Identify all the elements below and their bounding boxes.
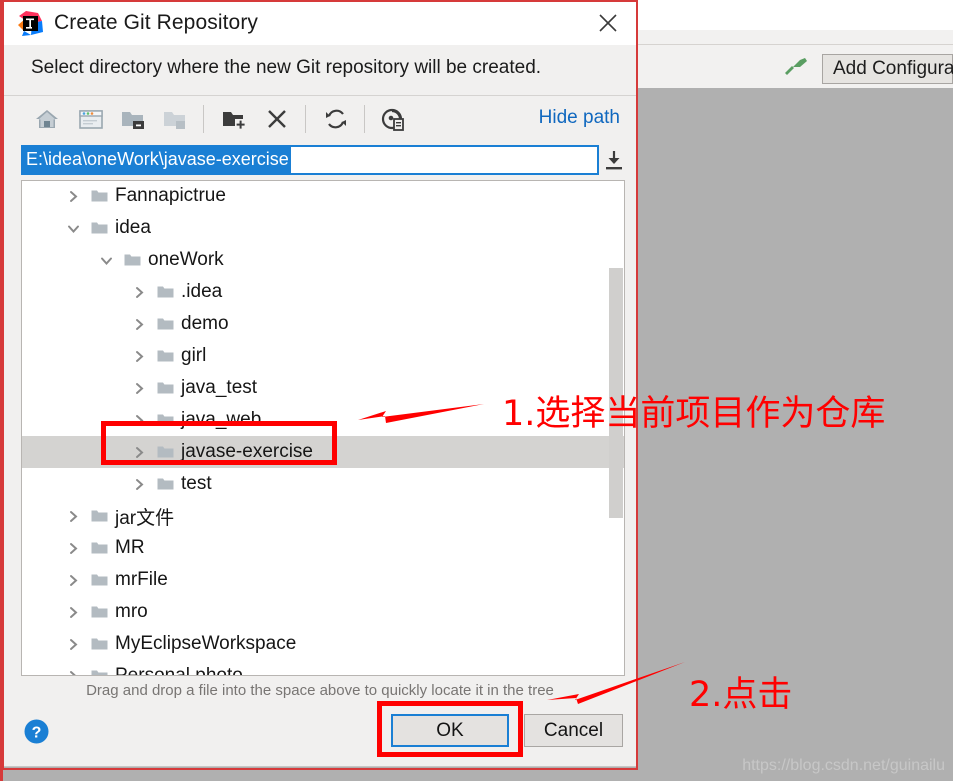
tree-row-label: idea [115,217,151,238]
tree-row-label: mrFile [115,569,168,590]
delete-icon[interactable] [264,106,290,132]
refresh-icon[interactable] [323,106,349,132]
desktop-icon[interactable] [78,106,104,132]
chevron-down-icon[interactable] [100,254,113,267]
home-icon[interactable] [34,106,60,132]
close-icon[interactable] [588,7,628,39]
folder-icon [91,221,108,235]
highlight-box-selected-folder [101,421,337,465]
chevron-right-icon[interactable] [67,542,80,555]
tree-row[interactable]: mro [22,596,624,628]
path-input-value: E:\idea\oneWork\javase-exercise [23,147,291,173]
project-folder-icon[interactable] [120,106,146,132]
tree-row[interactable]: girl [22,340,624,372]
dialog-button-row: ? OK Cancel [4,708,636,756]
tree-row[interactable]: oneWork [22,244,624,276]
file-chooser-toolbar: Hide path [4,96,636,142]
watermark: https://blog.csdn.net/guinailu [742,757,945,774]
tree-row[interactable]: Personal photo [22,660,624,676]
tree-row-label: demo [181,313,229,334]
tree-row[interactable]: .idea [22,276,624,308]
chevron-right-icon[interactable] [67,574,80,587]
add-configuration-label: Add Configura [833,58,953,79]
chevron-right-icon[interactable] [67,638,80,651]
folder-icon [91,669,108,675]
ide-menu-strip [636,0,953,30]
tree-row-label: jar文件 [115,507,175,529]
tree-row-label: oneWork [148,249,224,270]
chevron-right-icon[interactable] [133,478,146,491]
tree-row[interactable]: Fannapictrue [22,181,624,212]
intellij-idea-icon [18,10,43,36]
folder-icon [91,509,108,523]
tree-row-label: mro [115,601,148,622]
chevron-right-icon[interactable] [67,510,80,523]
new-folder-icon[interactable] [221,106,247,132]
folder-icon [157,477,174,491]
tree-row-label: .idea [181,281,223,302]
annotation-arrow-2 [547,662,685,704]
tree-row-label: MR [115,537,145,558]
tree-row-label: test [181,473,212,494]
dialog-titlebar: Create Git Repository [4,1,636,45]
tree-row[interactable]: MyEclipseWorkspace [22,628,624,660]
chevron-right-icon[interactable] [133,382,146,395]
highlight-box-ok-button [377,701,523,757]
folder-icon [91,189,108,203]
folder-icon [157,285,174,299]
annotation-step-2: 2.点击 [689,675,793,715]
tree-row[interactable]: idea [22,212,624,244]
chevron-right-icon[interactable] [67,670,80,675]
screenshot-root: Add Configura Create Git Repository Sele… [0,0,953,781]
cancel-button-label: Cancel [543,719,604,741]
tree-row[interactable]: mrFile [22,564,624,596]
tree-row-label: Fannapictrue [115,185,226,206]
annotation-arrow-1 [358,404,484,423]
toolbar-separator [364,105,365,133]
annotation-step-1: 1.选择当前项目作为仓库 [502,394,886,434]
add-configuration-button[interactable]: Add Configura [822,54,953,84]
folder-icon [91,573,108,587]
tree-row[interactable]: test [22,468,624,500]
chevron-right-icon[interactable] [133,350,146,363]
path-row: E:\idea\oneWork\javase-exercise [4,142,636,180]
hide-path-link[interactable]: Hide path [539,107,620,129]
module-folder-icon[interactable] [162,106,188,132]
folder-icon [91,637,108,651]
tree-row[interactable]: demo [22,308,624,340]
folder-icon [157,317,174,331]
chevron-right-icon[interactable] [67,606,80,619]
path-input[interactable]: E:\idea\oneWork\javase-exercise [21,145,599,175]
folder-icon [91,541,108,555]
chevron-right-icon[interactable] [67,190,80,203]
toolbar-separator [203,105,204,133]
svg-text:?: ? [32,725,42,742]
tree-row-label: Personal photo [115,665,243,676]
tree-row-label: java_test [181,377,258,398]
tree-row-label: MyEclipseWorkspace [115,633,297,654]
tree-row[interactable]: MR [22,532,624,564]
create-git-repository-dialog: Create Git Repository Select directory w… [3,0,637,767]
chevron-down-icon[interactable] [67,222,80,235]
dialog-title: Create Git Repository [54,11,259,34]
folder-icon [124,253,141,267]
hammer-icon[interactable] [783,56,809,80]
show-hidden-icon[interactable] [379,106,405,132]
folder-icon [157,349,174,363]
download-icon[interactable] [603,149,625,173]
dialog-subtitle: Select directory where the new Git repos… [31,57,542,78]
cancel-button[interactable]: Cancel [524,714,623,747]
tree-row[interactable]: jar文件 [22,500,624,532]
chevron-right-icon[interactable] [133,318,146,331]
help-icon[interactable]: ? [23,718,50,745]
tree-row-label: girl [181,345,207,366]
chevron-right-icon[interactable] [133,286,146,299]
dialog-subtitle-bar: Select directory where the new Git repos… [4,45,636,96]
toolbar-separator [305,105,306,133]
folder-icon [157,381,174,395]
drag-drop-hint: Drag and drop a file into the space abov… [86,682,554,699]
folder-icon [91,605,108,619]
ide-toolbar-upper [636,30,953,44]
